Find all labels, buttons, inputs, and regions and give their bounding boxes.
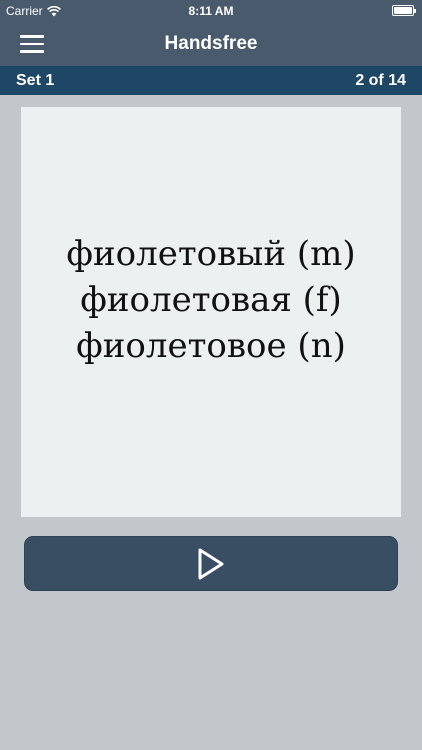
set-info-bar: Set 1 2 of 14 — [0, 66, 422, 95]
card-progress: 2 of 14 — [355, 72, 406, 89]
play-icon — [198, 548, 224, 579]
flashcard-text: фиолетовый (m) фиолетовая (f) фиолетовое… — [66, 231, 355, 369]
word-feminine: фиолетовая (f) — [80, 279, 342, 320]
navigation-bar: Handsfree — [0, 22, 422, 66]
word-neuter: фиолетовое (n) — [76, 325, 346, 366]
flashcard[interactable]: фиолетовый (m) фиолетовая (f) фиолетовое… — [21, 107, 401, 517]
page-title: Handsfree — [164, 33, 258, 54]
word-masculine: фиолетовый (m) — [66, 233, 356, 274]
play-button[interactable] — [24, 536, 398, 591]
hamburger-menu-icon[interactable] — [20, 35, 44, 53]
status-bar: Carrier 8:11 AM — [0, 0, 422, 22]
set-label: Set 1 — [16, 72, 55, 89]
status-time: 8:11 AM — [188, 4, 234, 18]
battery-fill — [394, 7, 412, 14]
battery-icon — [392, 5, 416, 16]
